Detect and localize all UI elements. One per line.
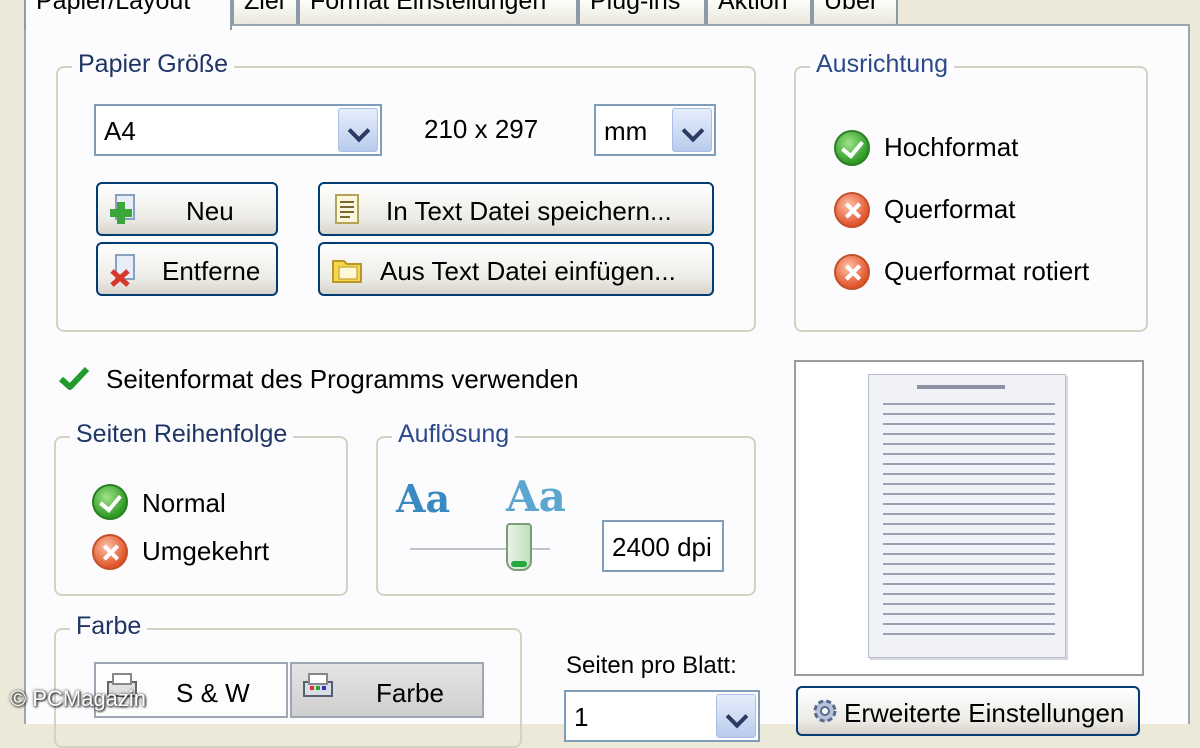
gear-icon [813, 699, 837, 723]
preview-text-line [883, 563, 1055, 565]
resolution-title: Auflösung [392, 420, 516, 449]
save-text-file-icon [335, 194, 359, 224]
open-text-file-icon [332, 260, 362, 283]
preview-text-line [883, 493, 1055, 495]
new-button[interactable]: Neu [96, 182, 278, 236]
radio-querformat-label[interactable]: Querformat [884, 194, 1016, 225]
remove-page-icon [110, 254, 135, 287]
resolution-slider-thumb[interactable] [506, 523, 532, 571]
pages-per-sheet-value: 1 [574, 702, 589, 732]
radio-hochformat-label[interactable]: Hochformat [884, 132, 1018, 163]
tab-ziel[interactable]: Ziel [232, 0, 298, 26]
watermark: © PCMagazin [10, 686, 147, 711]
preview-text-line [883, 523, 1055, 525]
low-resolution-glyph: Aa [396, 476, 451, 521]
chevron-down-icon[interactable] [672, 108, 712, 152]
preview-text-line [883, 403, 1055, 405]
preview-text-line [883, 553, 1055, 555]
unit-value: mm [604, 116, 648, 146]
tab-format-einstellungen[interactable]: Format Einstellungen [298, 0, 578, 26]
preview-title-line [917, 385, 1005, 389]
tab-papier-layout[interactable]: Papier/Layout [24, 0, 232, 30]
tab-aktion[interactable]: Aktion [706, 0, 812, 26]
checkmark-icon[interactable] [58, 366, 90, 392]
radio-normal-icon[interactable] [92, 484, 128, 520]
preview-text-line [883, 513, 1055, 515]
color-printer-icon [303, 673, 333, 697]
preview-text-line [883, 423, 1055, 425]
preview-text-line [883, 413, 1055, 415]
radio-querformat-rotiert-icon[interactable] [834, 254, 870, 290]
resolution-input[interactable]: 2400 dpi [602, 520, 724, 572]
add-page-icon [110, 194, 135, 224]
unit-select[interactable]: mm [594, 104, 716, 156]
preview-sheet [868, 374, 1066, 658]
preview-text-line [883, 503, 1055, 505]
page-preview [794, 360, 1144, 676]
pages-per-sheet-label: Seiten pro Blatt: [566, 652, 737, 679]
radio-querformat-rotiert-label[interactable]: Querformat rotiert [884, 256, 1089, 287]
advanced-settings-button[interactable]: Erweiterte Einstellungen [796, 686, 1140, 736]
preview-text-line [883, 573, 1055, 575]
preview-text-line [883, 543, 1055, 545]
orientation-title: Ausrichtung [810, 50, 955, 79]
pages-per-sheet-select[interactable]: 1 [564, 690, 760, 742]
preview-text-line [883, 633, 1055, 635]
chevron-down-icon[interactable] [716, 694, 756, 738]
page-order-title: Seiten Reihenfolge [70, 420, 294, 449]
paper-format-select[interactable]: A4 [94, 104, 382, 156]
preview-text-line [883, 463, 1055, 465]
preview-text-line [883, 443, 1055, 445]
preview-text-line [883, 623, 1055, 625]
insert-from-text-file-button[interactable]: Aus Text Datei einfügen... [318, 242, 714, 296]
preview-text-line [883, 433, 1055, 435]
preview-text-line [883, 533, 1055, 535]
preview-text-line [883, 453, 1055, 455]
high-resolution-glyph: Aa [506, 472, 566, 521]
resolution-value: 2400 dpi [612, 532, 712, 562]
radio-umgekehrt-label[interactable]: Umgekehrt [142, 536, 269, 567]
preview-text-line [883, 583, 1055, 585]
color-title: Farbe [70, 612, 148, 641]
chevron-down-icon[interactable] [338, 108, 378, 152]
preview-text-line [883, 603, 1055, 605]
preview-text-line [883, 613, 1055, 615]
tab-ueber[interactable]: Über [812, 0, 898, 26]
paper-dimensions: 210 x 297 [424, 114, 539, 144]
preview-text-line [883, 473, 1055, 475]
tab-plug-ins[interactable]: Plug-ins [578, 0, 706, 26]
paper-size-title: Papier Größe [72, 50, 235, 79]
preview-text-line [883, 483, 1055, 485]
radio-hochformat-icon[interactable] [834, 130, 870, 166]
color-toggle-button[interactable]: Farbe [290, 662, 484, 718]
radio-querformat-icon[interactable] [834, 192, 870, 228]
remove-button[interactable]: Entferne [96, 242, 278, 296]
tab-strip: Papier/Layout Ziel Format Einstellungen … [0, 0, 1200, 30]
preview-text-line [883, 593, 1055, 595]
paper-format-value: A4 [104, 116, 136, 146]
radio-umgekehrt-icon[interactable] [92, 534, 128, 570]
save-to-text-file-button[interactable]: In Text Datei speichern... [318, 182, 714, 236]
radio-normal-label[interactable]: Normal [142, 488, 226, 519]
use-program-format-label[interactable]: Seitenformat des Programms verwenden [106, 364, 579, 395]
